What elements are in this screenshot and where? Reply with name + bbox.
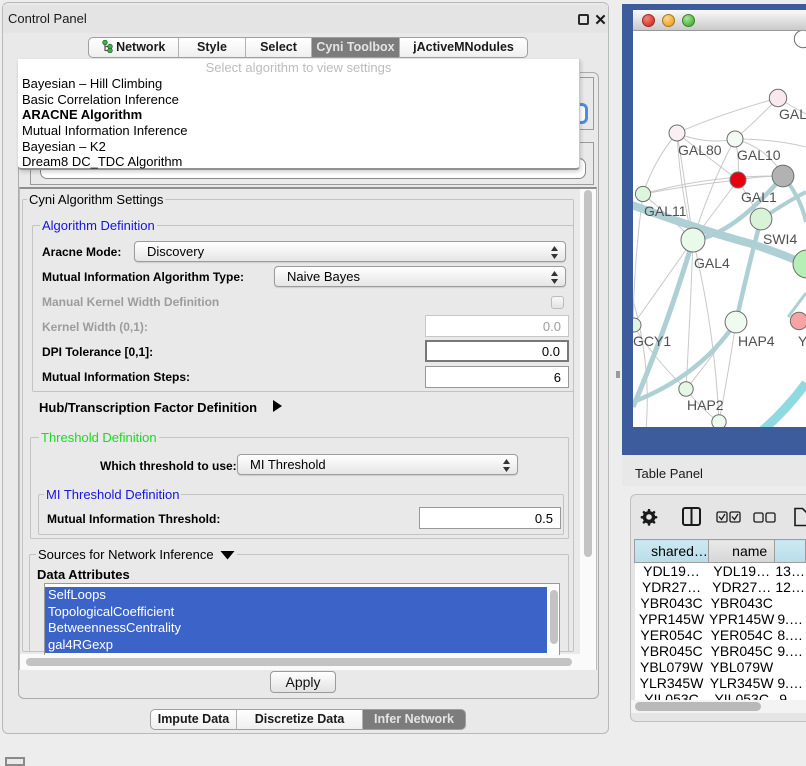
svg-text:HAP4: HAP4 — [738, 333, 775, 349]
svg-text:SWI4: SWI4 — [763, 231, 797, 247]
svg-text:GAL1: GAL1 — [741, 189, 777, 205]
svg-text:Y: Y — [798, 333, 806, 349]
svg-text:GAL7: GAL7 — [779, 106, 806, 122]
svg-text:HAP2: HAP2 — [687, 397, 724, 413]
svg-text:GAL80: GAL80 — [678, 142, 722, 158]
svg-text:GAL10: GAL10 — [737, 147, 781, 163]
svg-text:GAL11: GAL11 — [644, 203, 687, 219]
svg-text:GCY1: GCY1 — [633, 333, 671, 349]
svg-text:GAL4: GAL4 — [694, 255, 730, 271]
